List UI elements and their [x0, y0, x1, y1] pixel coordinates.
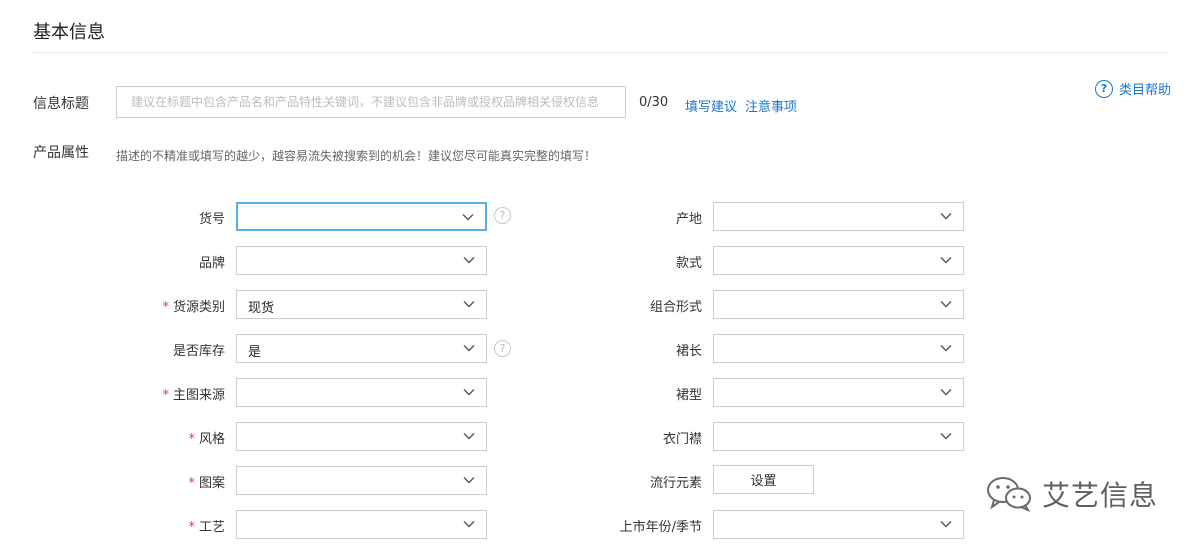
- field-label-pattern: * 图案: [188, 476, 225, 491]
- field-label-main-image-source: * 主图来源: [162, 388, 225, 403]
- select-value: 现货: [248, 301, 275, 316]
- title-label: 信息标题: [33, 96, 89, 112]
- required-mark: *: [188, 520, 195, 535]
- required-mark: *: [162, 300, 169, 315]
- field-label-item-number: 货号: [198, 212, 225, 227]
- field-label-origin: 产地: [675, 212, 702, 227]
- style-select[interactable]: [236, 422, 487, 451]
- question-circle-icon: ?: [1095, 79, 1113, 98]
- watermark: 艾艺信息: [986, 474, 1158, 514]
- field-label-craft: * 工艺: [188, 520, 225, 535]
- field-label-launch-season: 上市年份/季节: [619, 520, 702, 535]
- chevron-down-icon: [463, 389, 475, 396]
- notes-link[interactable]: 注意事项: [745, 96, 797, 115]
- chevron-down-icon: [940, 345, 952, 352]
- title-counter: 0/30: [639, 95, 669, 110]
- placket-select[interactable]: [713, 422, 964, 451]
- category-help-button[interactable]: ? 类目帮助: [1095, 79, 1171, 98]
- field-label-placket: 衣门襟: [662, 432, 702, 447]
- chevron-down-icon: [940, 213, 952, 220]
- field-label-in-stock: 是否库存: [172, 344, 225, 359]
- chevron-down-icon: [463, 433, 475, 440]
- chevron-down-icon: [462, 214, 474, 221]
- chevron-down-icon: [940, 257, 952, 264]
- attributes-label: 产品属性: [33, 145, 89, 161]
- item-number-select[interactable]: [236, 202, 487, 231]
- design-select[interactable]: [713, 246, 964, 275]
- skirt-type-select[interactable]: [713, 378, 964, 407]
- field-label-source-type: * 货源类别: [162, 300, 225, 315]
- brand-select[interactable]: [236, 246, 487, 275]
- section-title: 基本信息: [33, 22, 105, 43]
- field-label-brand: 品牌: [198, 256, 225, 271]
- watermark-text: 艾艺信息: [1042, 479, 1159, 512]
- field-label-skirt-type: 裙型: [675, 388, 702, 403]
- main-image-source-select[interactable]: [236, 378, 487, 407]
- in-stock-select[interactable]: 是: [236, 334, 487, 363]
- chevron-down-icon: [940, 521, 952, 528]
- field-label-trend-elements: 流行元素: [649, 476, 702, 491]
- chevron-down-icon: [463, 477, 475, 484]
- category-help-label: 类目帮助: [1119, 83, 1172, 98]
- chevron-down-icon: [463, 257, 475, 264]
- field-label-skirt-length: 裙长: [675, 344, 702, 359]
- chevron-down-icon: [463, 521, 475, 528]
- field-label-style: * 风格: [188, 432, 225, 447]
- select-value: 是: [248, 345, 262, 360]
- required-mark: *: [188, 432, 195, 447]
- trend-elements-settings-button[interactable]: 设置: [713, 465, 814, 494]
- fill-suggestion-link[interactable]: 填写建议: [685, 96, 737, 115]
- craft-select[interactable]: [236, 510, 487, 539]
- source-type-select[interactable]: 现货: [236, 290, 487, 319]
- chevron-down-icon: [463, 301, 475, 308]
- title-input[interactable]: [116, 86, 626, 118]
- chevron-down-icon: [940, 301, 952, 308]
- chevron-down-icon: [940, 433, 952, 440]
- launch-season-select[interactable]: [713, 510, 964, 539]
- combination-select[interactable]: [713, 290, 964, 319]
- pattern-select[interactable]: [236, 466, 487, 495]
- origin-select[interactable]: [713, 202, 964, 231]
- field-label-combination: 组合形式: [649, 300, 702, 315]
- required-mark: *: [188, 476, 195, 491]
- in-stock-help-icon[interactable]: ?: [494, 340, 511, 357]
- skirt-length-select[interactable]: [713, 334, 964, 363]
- section-divider: [33, 52, 1168, 53]
- chevron-down-icon: [940, 389, 952, 396]
- attributes-hint: 描述的不精准或填写的越少，越容易流失被搜索到的机会！建议您尽可能真实完整的填写！: [116, 149, 597, 163]
- field-label-design: 款式: [675, 256, 702, 271]
- required-mark: *: [162, 388, 169, 403]
- wechat-icon: [987, 477, 1031, 512]
- item-number-help-icon[interactable]: ?: [494, 207, 511, 224]
- chevron-down-icon: [463, 345, 475, 352]
